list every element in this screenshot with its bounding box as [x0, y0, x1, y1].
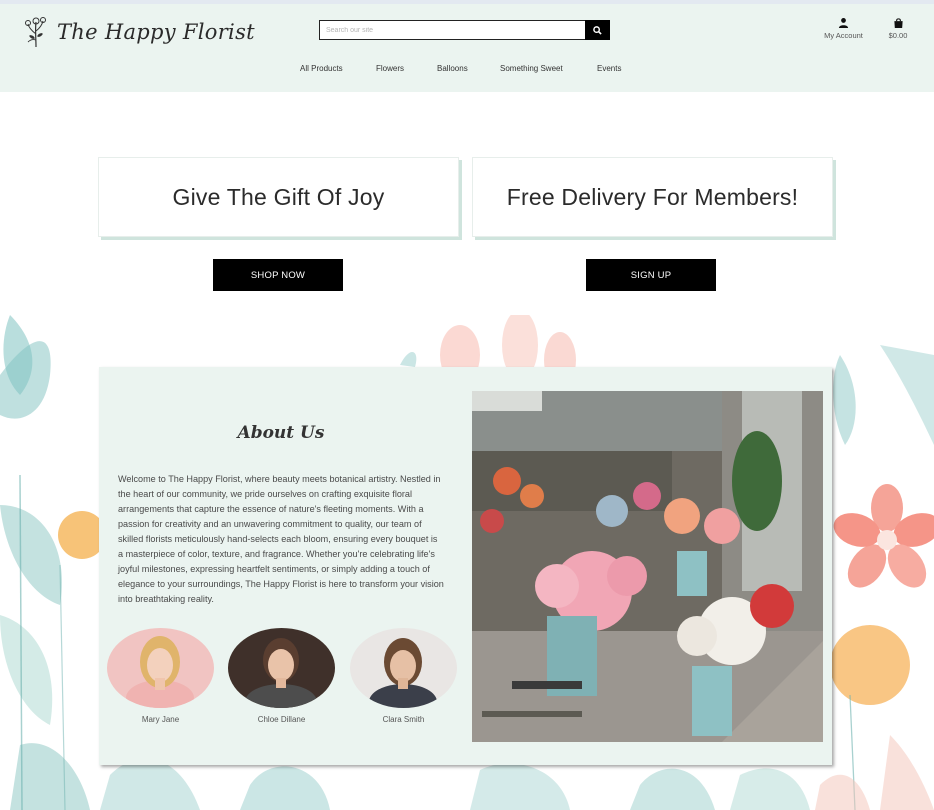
avatar	[107, 628, 214, 708]
main-nav: All Products Flowers Balloons Something …	[0, 64, 934, 78]
search-button[interactable]	[585, 20, 610, 40]
flower-shop-photo	[472, 391, 823, 742]
team-member: Mary Jane	[107, 628, 214, 724]
search-input[interactable]	[319, 20, 585, 40]
nav-balloons[interactable]: Balloons	[437, 64, 468, 73]
search-icon	[593, 25, 602, 35]
shop-now-button[interactable]: SHOP NOW	[213, 259, 343, 291]
search-bar	[319, 20, 610, 40]
team-name-clara-smith: Clara Smith	[382, 715, 425, 724]
about-title: About Us	[237, 423, 325, 443]
avatar	[228, 628, 335, 708]
team-member: Chloe Dillane	[228, 628, 335, 724]
my-account-link[interactable]: My Account	[816, 17, 871, 40]
team-photo-clara-smith	[350, 628, 457, 708]
cart-link[interactable]: $0.00	[880, 17, 916, 40]
team-name-mary-jane: Mary Jane	[141, 715, 180, 724]
gift-of-joy-card: Give The Gift Of Joy	[98, 157, 459, 237]
nav-all-products[interactable]: All Products	[300, 64, 343, 73]
brand-name: The Happy Florist	[57, 20, 255, 44]
team-name-chloe-dillane: Chloe Dillane	[257, 715, 306, 724]
team-member: Clara Smith	[350, 628, 457, 724]
free-delivery-card: Free Delivery For Members!	[472, 157, 833, 237]
flower-shop-image	[472, 391, 823, 742]
nav-events[interactable]: Events	[597, 64, 621, 73]
site-header: The Happy Florist My Account $0.00 All P…	[0, 4, 934, 92]
avatar	[350, 628, 457, 708]
cart-total: $0.00	[888, 31, 908, 40]
gift-of-joy-heading: Give The Gift Of Joy	[172, 183, 385, 210]
user-icon	[838, 18, 849, 29]
sign-up-button[interactable]: SIGN UP	[586, 259, 716, 291]
about-description: Welcome to The Happy Florist, where beau…	[118, 474, 444, 604]
nav-something-sweet[interactable]: Something Sweet	[500, 64, 563, 73]
about-section: About Us Welcome to The Happy Florist, w…	[99, 367, 832, 765]
flower-logo-icon	[25, 17, 46, 48]
team-photo-mary-jane	[107, 628, 214, 708]
nav-flowers[interactable]: Flowers	[376, 64, 404, 73]
logo[interactable]: The Happy Florist	[24, 16, 255, 48]
shopping-bag-icon	[893, 18, 903, 29]
free-delivery-heading: Free Delivery For Members!	[506, 183, 799, 210]
team-photo-chloe-dillane	[228, 628, 335, 708]
my-account-label: My Account	[824, 31, 863, 40]
